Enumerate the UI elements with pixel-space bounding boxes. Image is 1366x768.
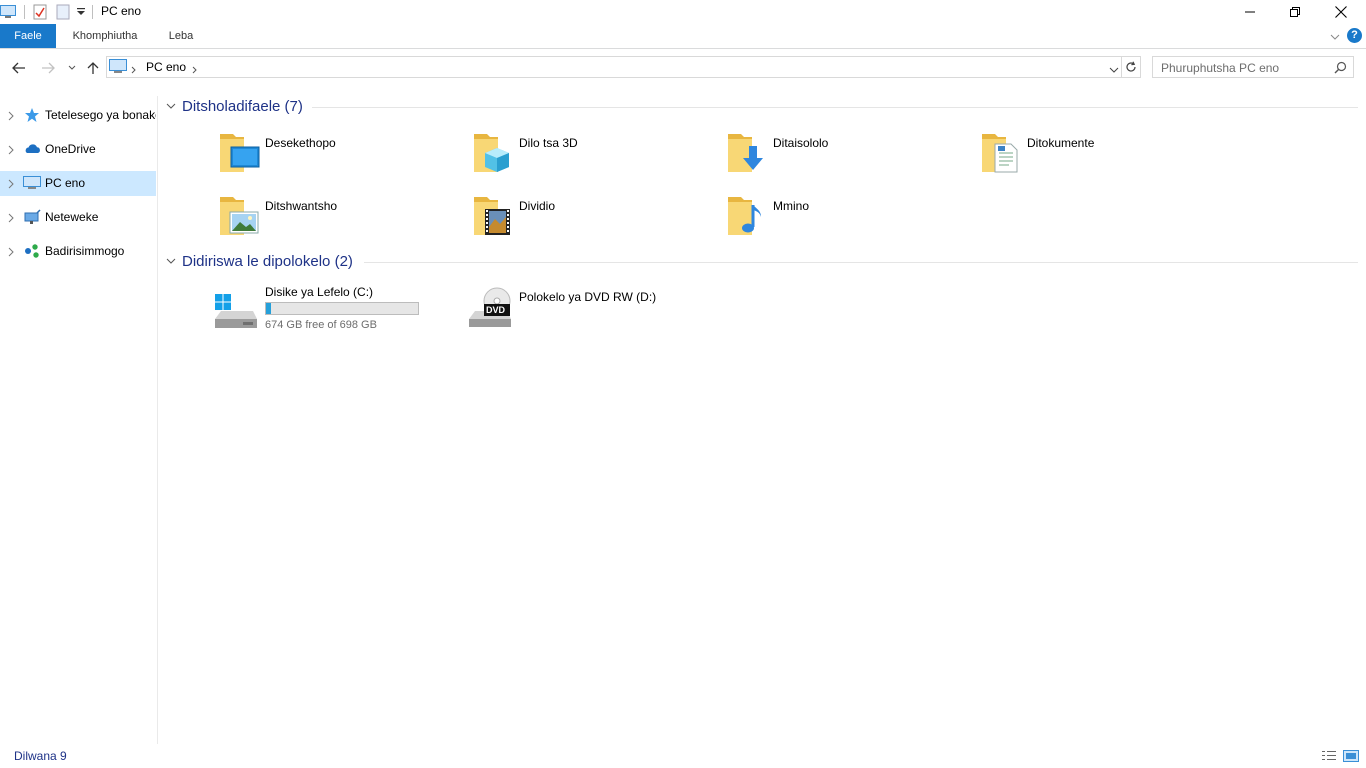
chevron-right-icon[interactable] bbox=[8, 212, 14, 226]
chevron-right-icon[interactable] bbox=[8, 144, 14, 158]
folder-label: Desekethopo bbox=[265, 136, 336, 150]
dvd-badge: DVD bbox=[486, 305, 506, 315]
chevron-down-icon[interactable] bbox=[166, 257, 176, 265]
restore-button[interactable] bbox=[1272, 0, 1318, 24]
chevron-right-icon[interactable] bbox=[8, 178, 14, 192]
drive-label: Polokelo ya DVD RW (D:) bbox=[519, 290, 657, 304]
pictures-folder-icon bbox=[219, 193, 263, 237]
nav-item-this-pc[interactable]: PC eno bbox=[0, 171, 156, 196]
computer-icon[interactable] bbox=[0, 3, 16, 21]
network-icon bbox=[23, 209, 41, 225]
3d-objects-folder-icon bbox=[473, 130, 517, 174]
nav-label: Tetelesego ya bonako bbox=[45, 108, 156, 122]
folder-downloads[interactable]: Ditaisololo bbox=[727, 130, 977, 186]
music-folder-icon bbox=[727, 193, 771, 237]
folder-label: Mmino bbox=[773, 199, 810, 213]
status-bar: Dilwana 9 bbox=[0, 744, 1366, 768]
nav-label: Badirisimmogo bbox=[45, 244, 125, 258]
star-icon bbox=[23, 107, 41, 123]
downloads-folder-icon bbox=[727, 130, 771, 174]
breadcrumb-chevron-icon[interactable] bbox=[192, 63, 198, 77]
nav-label: PC eno bbox=[45, 176, 86, 190]
customize-toolbar-icon[interactable] bbox=[76, 3, 86, 21]
nav-item-onedrive[interactable]: OneDrive bbox=[0, 137, 156, 162]
drive-usage-bar bbox=[265, 302, 419, 315]
chevron-right-icon[interactable] bbox=[8, 110, 14, 124]
drive-c[interactable]: Disike ya Lefelo (C:) 674 GB free of 698… bbox=[213, 283, 423, 335]
folder-label: Ditshwantsho bbox=[265, 199, 338, 213]
nav-label: Neteweke bbox=[45, 210, 99, 224]
breadcrumb-pc[interactable]: PC eno bbox=[146, 60, 186, 74]
folder-label: Dividio bbox=[519, 199, 556, 213]
drives-group-header[interactable]: Didiriswa le dipolokelo (2) bbox=[166, 251, 353, 271]
computer-icon bbox=[23, 175, 41, 191]
folder-music[interactable]: Mmino bbox=[727, 193, 977, 249]
forward-button[interactable] bbox=[38, 58, 58, 78]
drive-d[interactable]: DVD Polokelo ya DVD RW (D:) bbox=[467, 287, 677, 339]
address-dropdown-icon[interactable] bbox=[1109, 63, 1119, 77]
desktop-folder-icon bbox=[219, 130, 263, 174]
close-button[interactable] bbox=[1318, 0, 1364, 24]
large-icons-view-icon[interactable] bbox=[1343, 750, 1359, 762]
expand-ribbon-icon[interactable] bbox=[1330, 30, 1340, 44]
back-button[interactable] bbox=[9, 58, 29, 78]
folder-documents[interactable]: Ditokumente bbox=[981, 130, 1231, 186]
nav-item-homegroup[interactable]: Badirisimmogo bbox=[0, 239, 156, 264]
navigation-pane: Tetelesego ya bonako OneDrive PC eno Net… bbox=[0, 96, 158, 744]
documents-folder-icon bbox=[981, 130, 1025, 174]
hard-drive-icon bbox=[213, 291, 259, 334]
nav-item-network[interactable]: Neteweke bbox=[0, 205, 156, 230]
nav-label: OneDrive bbox=[45, 142, 96, 156]
up-button[interactable] bbox=[83, 58, 103, 78]
address-bar[interactable] bbox=[106, 56, 1122, 78]
videos-folder-icon bbox=[473, 193, 517, 237]
tab-computer[interactable]: Khomphiutha bbox=[62, 24, 148, 48]
folder-videos[interactable]: Dividio bbox=[473, 193, 723, 249]
ribbon: Faele Khomphiutha Leba ? bbox=[0, 24, 1366, 49]
drives-group-title: Didiriswa le dipolokelo (2) bbox=[182, 252, 353, 270]
folder-label: Ditokumente bbox=[1027, 136, 1095, 150]
search-input[interactable]: Phuruphutsha PC eno bbox=[1152, 56, 1354, 78]
refresh-icon bbox=[1126, 61, 1136, 72]
homegroup-icon bbox=[23, 243, 41, 259]
drive-label: Disike ya Lefelo (C:) bbox=[265, 285, 374, 299]
tab-view[interactable]: Leba bbox=[158, 24, 204, 48]
new-folder-icon[interactable] bbox=[56, 3, 70, 21]
nav-item-quick-access[interactable]: Tetelesego ya bonako bbox=[0, 103, 156, 128]
folder-3d-objects[interactable]: Dilo tsa 3D bbox=[473, 130, 723, 186]
tab-file[interactable]: Faele bbox=[0, 24, 56, 48]
folder-label: Ditaisololo bbox=[773, 136, 829, 150]
refresh-button[interactable] bbox=[1122, 56, 1141, 78]
item-count: Dilwana 9 bbox=[14, 749, 67, 763]
folder-label: Dilo tsa 3D bbox=[519, 136, 578, 150]
chevron-right-icon[interactable] bbox=[8, 246, 14, 260]
properties-icon[interactable] bbox=[33, 3, 47, 21]
drive-usage-fill bbox=[266, 303, 271, 314]
minimize-button[interactable] bbox=[1227, 0, 1273, 24]
computer-icon bbox=[109, 59, 127, 78]
cloud-icon bbox=[23, 141, 41, 157]
chevron-down-icon[interactable] bbox=[166, 102, 176, 110]
window-title: PC eno bbox=[101, 4, 142, 18]
help-icon[interactable]: ? bbox=[1347, 28, 1362, 43]
search-icon[interactable] bbox=[1334, 61, 1347, 77]
folder-desktop[interactable]: Desekethopo bbox=[219, 130, 469, 186]
details-view-icon[interactable] bbox=[1321, 750, 1337, 762]
breadcrumb-chevron-icon[interactable] bbox=[131, 63, 137, 77]
folder-pictures[interactable]: Ditshwantsho bbox=[219, 193, 469, 249]
title-bar: PC eno bbox=[0, 0, 1366, 24]
recent-locations-button[interactable] bbox=[62, 58, 82, 78]
folders-group-title: Ditsholadifaele (7) bbox=[182, 97, 303, 115]
drive-free-space: 674 GB free of 698 GB bbox=[265, 319, 377, 331]
search-placeholder: Phuruphutsha PC eno bbox=[1161, 61, 1280, 75]
folders-group-header[interactable]: Ditsholadifaele (7) bbox=[166, 96, 303, 116]
